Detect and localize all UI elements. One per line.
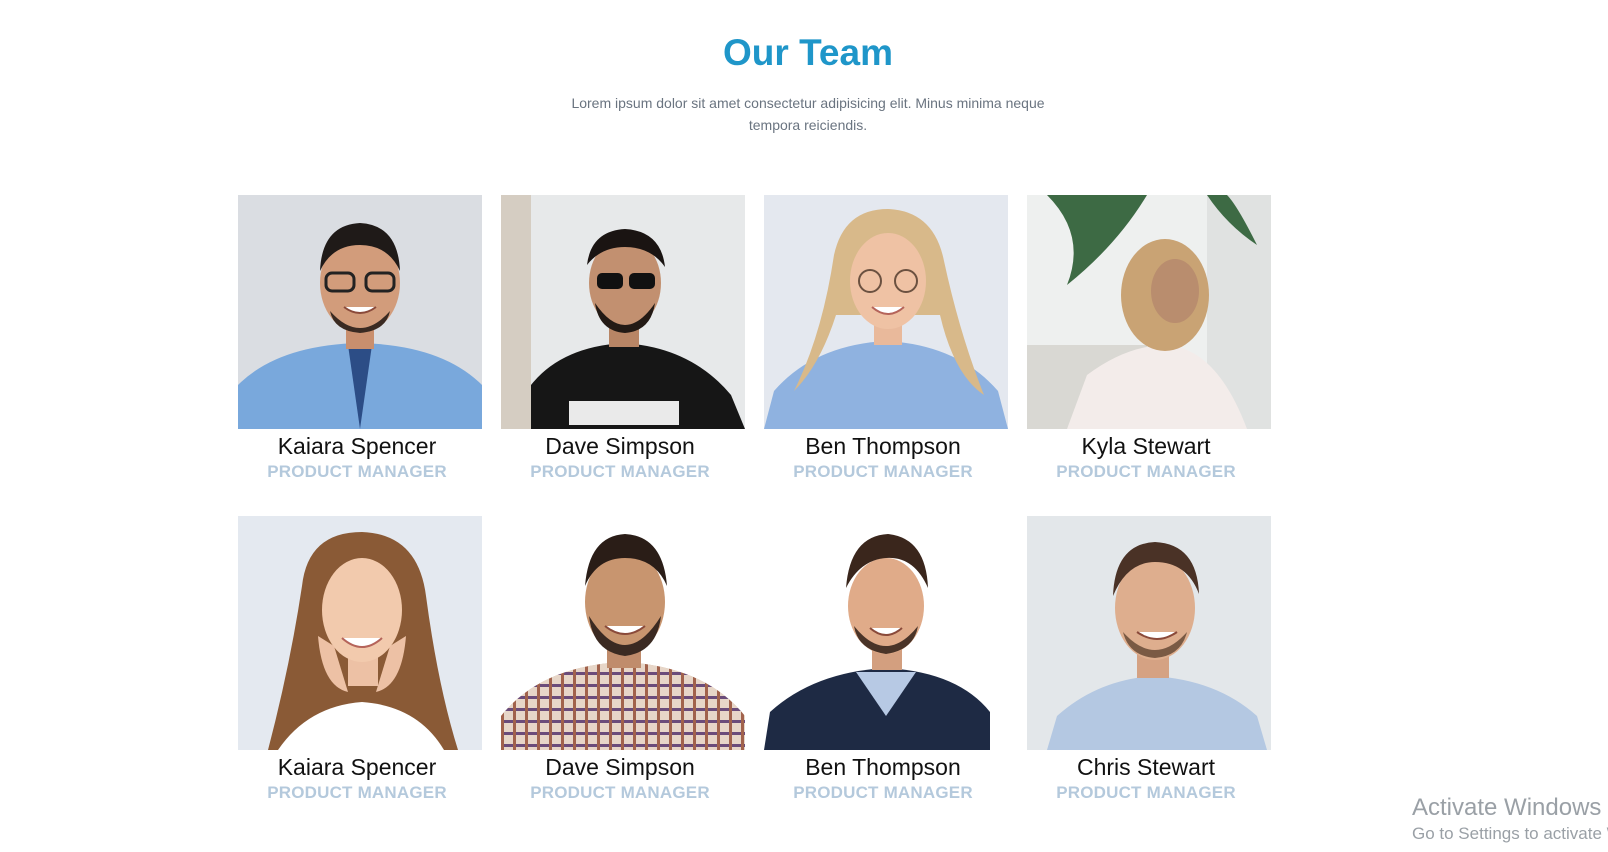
team-card: Ben Thompson PRODUCT MANAGER	[764, 516, 1008, 816]
member-photo	[1027, 195, 1271, 429]
team-card: Kyla Stewart PRODUCT MANAGER	[1027, 195, 1271, 495]
member-role: PRODUCT MANAGER	[1056, 462, 1236, 481]
member-role: PRODUCT MANAGER	[530, 783, 710, 802]
member-name: Dave Simpson	[545, 433, 695, 459]
member-name: Ben Thompson	[805, 433, 961, 459]
member-name: Chris Stewart	[1076, 754, 1216, 780]
avatar	[1027, 195, 1271, 429]
member-name: Dave Simpson	[545, 754, 695, 780]
avatar	[238, 516, 482, 750]
team-card: Dave Simpson PRODUCT MANAGER	[501, 195, 745, 495]
member-photo	[501, 516, 745, 750]
team-card: Dave Simpson PRODUCT MANAGER	[501, 516, 745, 816]
member-photo	[1027, 516, 1271, 750]
member-role: PRODUCT MANAGER	[267, 783, 447, 802]
team-card: Kaiara Spencer PRODUCT MANAGER	[238, 195, 482, 495]
member-name: Kaiara Spencer	[277, 754, 437, 780]
member-name: Kyla Stewart	[1081, 433, 1211, 459]
member-photo	[764, 516, 1008, 750]
member-photo	[238, 195, 482, 429]
page-title: Our Team	[723, 32, 893, 73]
avatar	[238, 195, 482, 429]
watermark-title: Activate Windows	[1412, 794, 1602, 821]
member-role: PRODUCT MANAGER	[267, 462, 447, 481]
watermark-subtitle: Go to Settings to activate Windows.	[1412, 824, 1608, 843]
member-name: Kaiara Spencer	[277, 433, 437, 459]
avatar	[1027, 516, 1271, 750]
member-role: PRODUCT MANAGER	[1056, 783, 1236, 802]
avatar	[764, 516, 1008, 750]
avatar	[764, 195, 1008, 429]
activate-windows-watermark: Activate Windows Go to Settings to activ…	[1412, 793, 1608, 845]
team-card: Chris Stewart PRODUCT MANAGER	[1027, 516, 1271, 816]
member-photo	[764, 195, 1008, 429]
member-photo	[501, 195, 745, 429]
member-name: Ben Thompson	[805, 754, 961, 780]
team-page: Our Team Lorem ipsum dolor sit amet cons…	[0, 0, 1608, 852]
member-role: PRODUCT MANAGER	[793, 783, 973, 802]
team-card: Kaiara Spencer PRODUCT MANAGER	[238, 516, 482, 816]
page-subtitle: Lorem ipsum dolor sit amet consectetur a…	[571, 95, 1045, 133]
member-role: PRODUCT MANAGER	[793, 462, 973, 481]
member-role: PRODUCT MANAGER	[530, 462, 710, 481]
avatar	[501, 195, 745, 429]
avatar	[501, 516, 745, 750]
member-photo	[238, 516, 482, 750]
team-card: Ben Thompson PRODUCT MANAGER	[764, 195, 1008, 495]
